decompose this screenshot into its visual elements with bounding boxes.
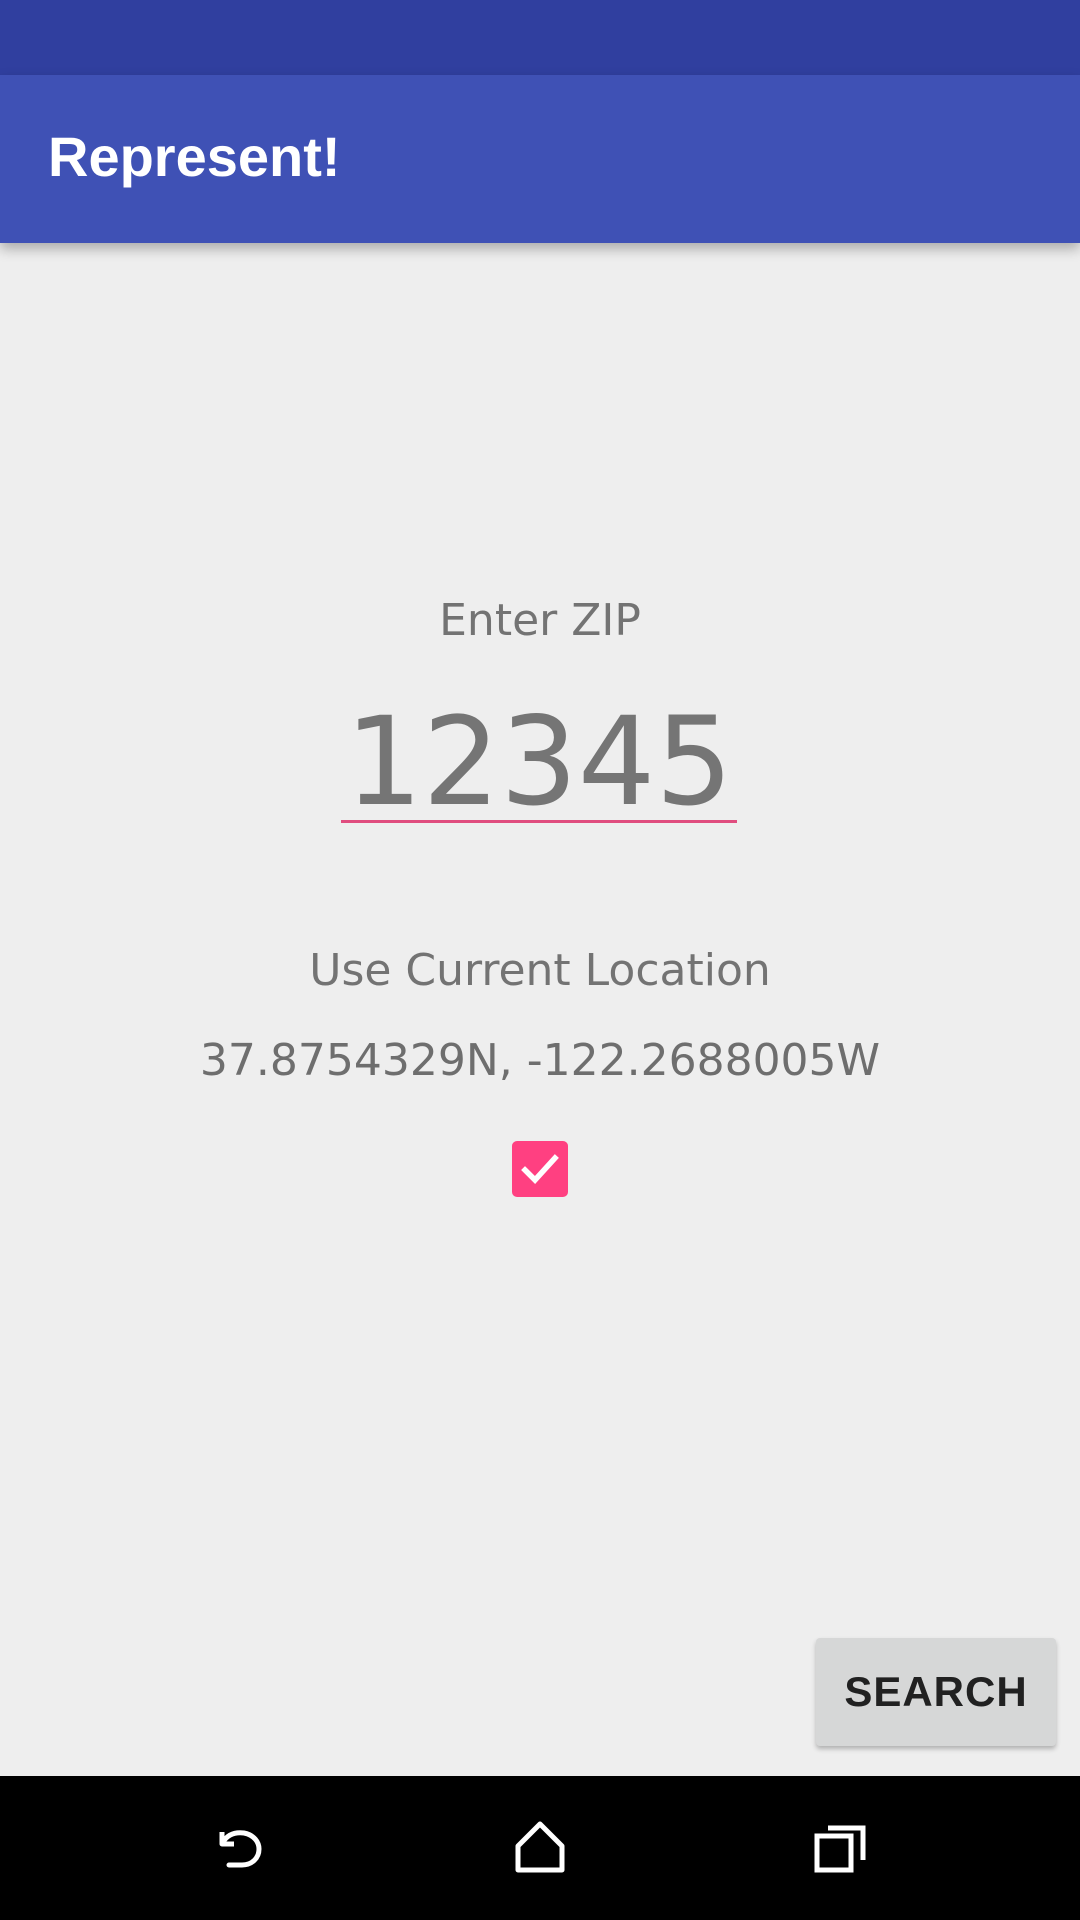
check-icon — [521, 1154, 559, 1184]
back-button[interactable] — [204, 1812, 276, 1884]
main-content: Enter ZIP Use Current Location 37.875432… — [0, 243, 1080, 1776]
home-button[interactable] — [504, 1812, 576, 1884]
app-screen: Represent! Enter ZIP Use Current Locatio… — [0, 0, 1080, 1920]
use-location-checkbox[interactable] — [512, 1141, 568, 1197]
navigation-bar — [0, 1776, 1080, 1920]
recents-icon — [814, 1825, 866, 1873]
home-icon — [515, 1821, 565, 1873]
back-icon — [219, 1830, 262, 1868]
recents-button[interactable] — [804, 1812, 876, 1884]
coordinates-text: 37.8754329N, -122.2688005W — [199, 1035, 881, 1086]
app-title: Represent! — [48, 125, 341, 188]
app-bar: Represent! — [0, 75, 1080, 243]
search-button[interactable]: SEARCH — [816, 1638, 1056, 1746]
zip-input[interactable] — [341, 703, 737, 823]
use-location-label: Use Current Location — [309, 945, 771, 996]
zip-label: Enter ZIP — [439, 595, 641, 646]
status-bar — [0, 0, 1080, 75]
